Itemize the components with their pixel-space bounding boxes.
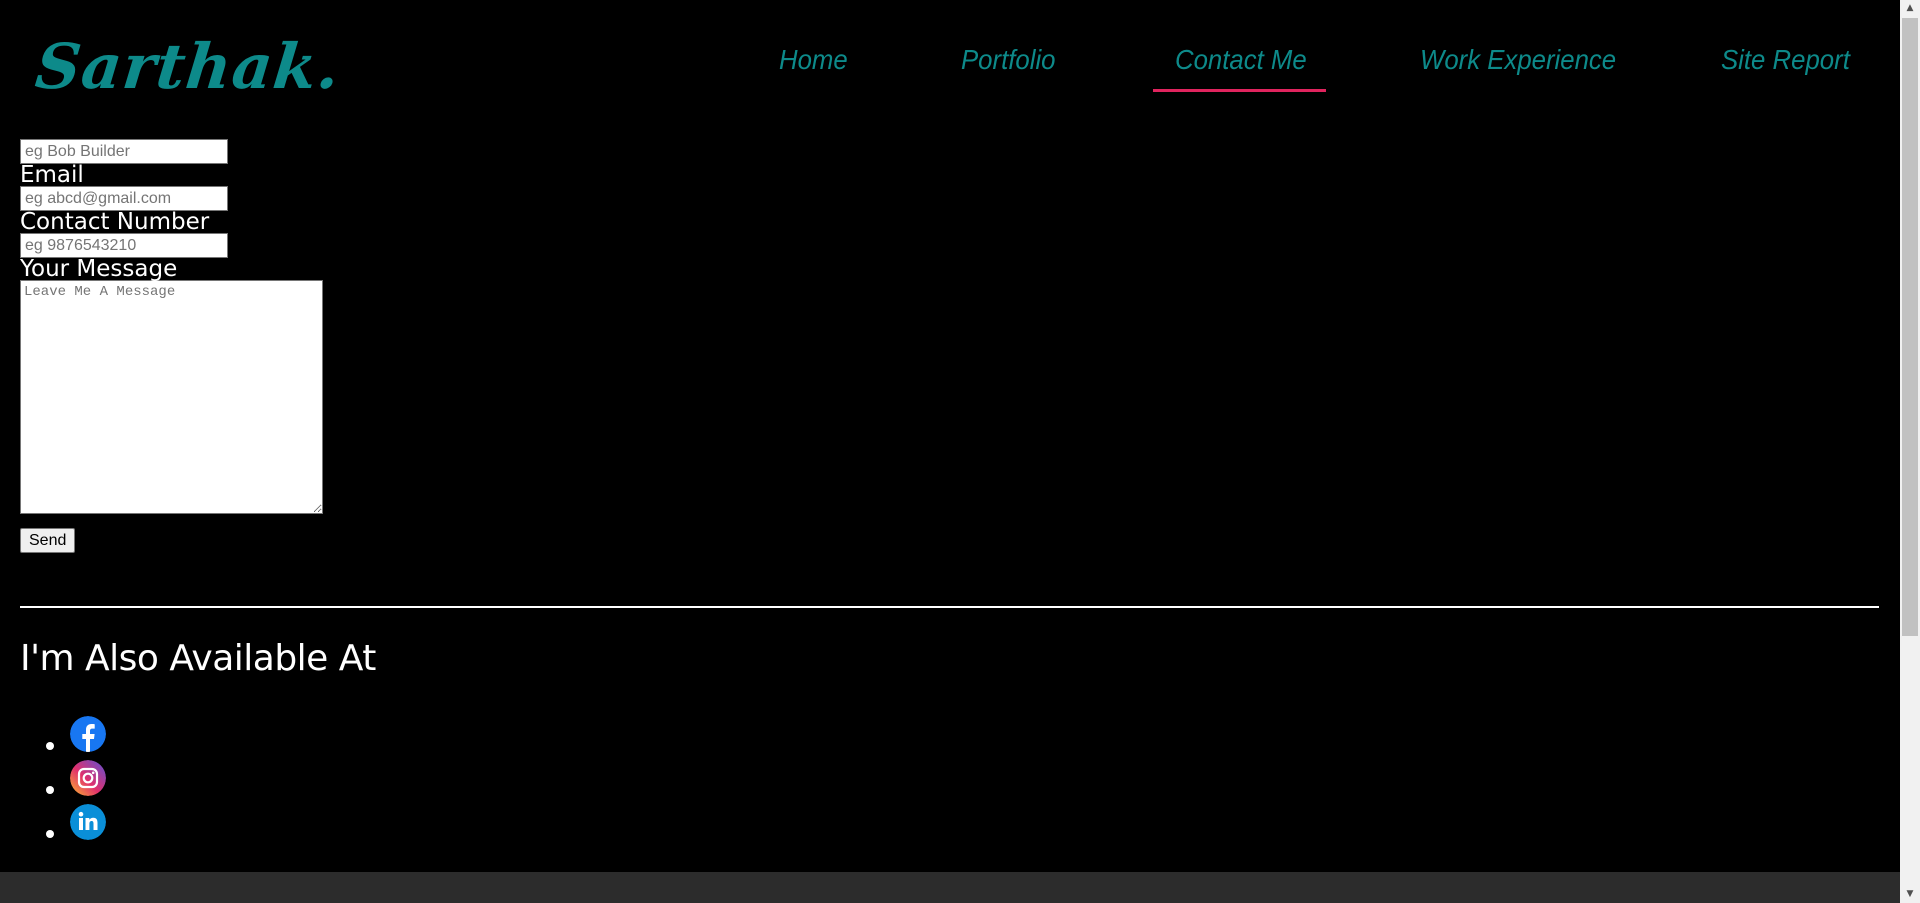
instagram-icon[interactable]: [70, 760, 106, 796]
list-item: [20, 760, 106, 804]
scroll-up-icon[interactable]: ▲: [1900, 0, 1920, 17]
page: Sarthak. Home Portfolio Contact Me Work …: [0, 0, 1900, 903]
scroll-down-icon[interactable]: ▼: [1900, 886, 1920, 903]
active-nav-indicator: [1153, 89, 1326, 92]
social-section-title: I'm Also Available At: [20, 638, 376, 679]
list-item: [20, 716, 106, 760]
contact-number-label: Contact Number: [20, 209, 210, 235]
message-textarea[interactable]: [20, 280, 323, 514]
nav-contact-me[interactable]: Contact Me: [1175, 44, 1307, 76]
social-links-list: [20, 716, 106, 848]
list-item: [20, 804, 106, 848]
send-button[interactable]: Send: [20, 528, 76, 553]
nav-site-report[interactable]: Site Report: [1721, 44, 1850, 76]
section-divider: [20, 606, 1879, 608]
facebook-icon[interactable]: [70, 716, 106, 752]
main-nav: Home Portfolio Contact Me Work Experienc…: [0, 44, 1900, 94]
nav-portfolio[interactable]: Portfolio: [961, 44, 1056, 76]
page-footer: [0, 872, 1900, 903]
vertical-scrollbar[interactable]: ▲ ▼: [1900, 0, 1920, 903]
nav-work-experience[interactable]: Work Experience: [1420, 44, 1616, 76]
list-bullet: [46, 742, 54, 750]
scrollbar-thumb[interactable]: [1902, 18, 1918, 636]
linkedin-icon[interactable]: [70, 804, 106, 840]
list-bullet: [46, 786, 54, 794]
contact-form: Email Contact Number Your Message Send: [20, 139, 323, 553]
list-bullet: [46, 830, 54, 838]
nav-home[interactable]: Home: [779, 44, 848, 76]
